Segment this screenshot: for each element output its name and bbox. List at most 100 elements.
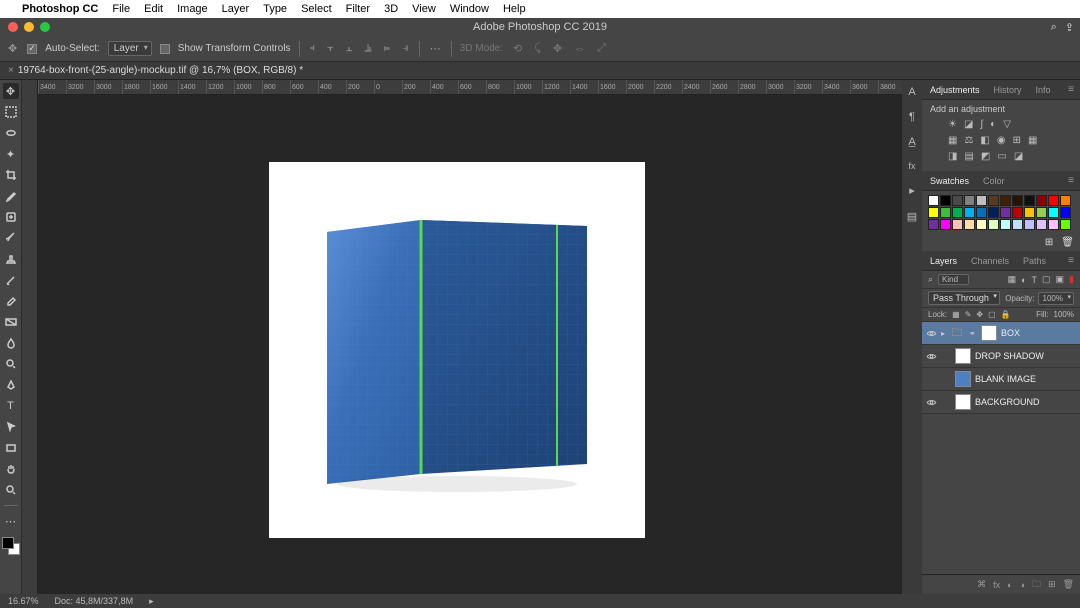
share-icon[interactable]: ⇪ <box>1065 21 1074 34</box>
ruler-horizontal[interactable]: 3400320030001800160014001200100080060040… <box>38 80 902 95</box>
swatch[interactable] <box>988 207 999 218</box>
swatch[interactable] <box>1012 219 1023 230</box>
filter-toggle-icon[interactable]: ▮ <box>1069 274 1074 285</box>
window-close-button[interactable] <box>8 22 18 32</box>
lock-artboard-icon[interactable]: ▢ <box>988 310 996 319</box>
vibrance-icon[interactable]: ▽ <box>1003 119 1011 130</box>
curves-icon[interactable]: ∫ <box>980 119 983 130</box>
menu-3d[interactable]: 3D <box>384 3 398 15</box>
filter-type-icon[interactable]: T <box>1032 275 1038 285</box>
layer-row[interactable]: DROP SHADOW <box>922 345 1080 368</box>
panel-icon[interactable]: ▤ <box>907 210 917 223</box>
swatch[interactable] <box>964 195 975 206</box>
new-layer-icon[interactable]: ⊞ <box>1048 579 1056 590</box>
foreground-color[interactable] <box>2 537 14 549</box>
hand-tool[interactable] <box>3 461 19 477</box>
lock-paint-icon[interactable]: ✎ <box>965 310 972 319</box>
align-center-h-icon[interactable]: ⫟ <box>325 42 336 55</box>
window-minimize-button[interactable] <box>24 22 34 32</box>
type-tool[interactable]: T <box>3 398 19 414</box>
swatch[interactable] <box>1036 207 1047 218</box>
menu-type[interactable]: Type <box>263 3 287 15</box>
swatch[interactable] <box>952 195 963 206</box>
align-right-icon[interactable]: ⫠ <box>344 42 355 55</box>
menu-help[interactable]: Help <box>503 3 526 15</box>
layer-thumb[interactable] <box>955 348 971 364</box>
tab-color[interactable]: Color <box>981 173 1007 189</box>
posterize-icon[interactable]: ▤ <box>964 151 973 162</box>
swatch[interactable] <box>940 219 951 230</box>
lock-transparency-icon[interactable]: ▦ <box>952 310 960 319</box>
swatch[interactable] <box>940 207 951 218</box>
swatch[interactable] <box>1024 207 1035 218</box>
new-swatch-icon[interactable]: ⊞ <box>1045 237 1053 248</box>
eyedropper-tool[interactable] <box>3 188 19 204</box>
invert-icon[interactable]: ◨ <box>948 151 957 162</box>
swatch[interactable] <box>1000 195 1011 206</box>
panel-menu-icon[interactable]: ≡ <box>1068 84 1074 95</box>
show-transform-checkbox[interactable] <box>160 44 170 54</box>
edit-toolbar-icon[interactable]: ⋯ <box>3 513 19 529</box>
group-disclosure-icon[interactable]: ▸ <box>941 329 945 338</box>
blur-tool[interactable] <box>3 335 19 351</box>
glyphs-panel-icon[interactable]: A̲ <box>908 136 915 148</box>
distribute-icon[interactable]: ⋯ <box>428 42 443 55</box>
blend-mode-select[interactable]: Pass Through <box>928 291 1000 305</box>
photo-filter-icon[interactable]: ◉ <box>997 135 1006 146</box>
brush-tool[interactable] <box>3 230 19 246</box>
menu-edit[interactable]: Edit <box>144 3 163 15</box>
color-lookup-icon[interactable]: ▦ <box>1028 135 1037 146</box>
levels-icon[interactable]: ◪ <box>964 119 973 130</box>
exposure-icon[interactable]: ◐ <box>990 119 996 130</box>
tab-layers[interactable]: Layers <box>928 253 959 269</box>
layer-thumb[interactable] <box>955 371 971 387</box>
layer-visibility-toggle[interactable] <box>926 374 937 385</box>
doc-size[interactable]: Doc: 45,8M/337,8M <box>55 596 134 606</box>
lasso-tool[interactable] <box>3 125 19 141</box>
layer-row[interactable]: ▸🗀⚭BOX <box>922 322 1080 345</box>
swatch[interactable] <box>964 207 975 218</box>
marquee-tool[interactable] <box>3 104 19 120</box>
swatch[interactable] <box>1036 195 1047 206</box>
swatch[interactable] <box>1012 207 1023 218</box>
menu-image[interactable]: Image <box>177 3 208 15</box>
lock-all-icon[interactable]: 🔒 <box>1001 310 1011 319</box>
selective-color-icon[interactable]: ◪ <box>1014 151 1023 162</box>
layer-thumb[interactable] <box>955 394 971 410</box>
paragraph-panel-icon[interactable]: ¶ <box>909 111 915 123</box>
tab-adjustments[interactable]: Adjustments <box>928 82 982 98</box>
tab-history[interactable]: History <box>992 82 1024 98</box>
dodge-tool[interactable] <box>3 356 19 372</box>
crop-tool[interactable] <box>3 167 19 183</box>
layer-visibility-toggle[interactable] <box>926 328 937 339</box>
ruler-vertical[interactable] <box>22 80 38 594</box>
delete-layer-icon[interactable]: 🗑 <box>1063 579 1074 590</box>
swatch[interactable] <box>976 207 987 218</box>
swatch[interactable] <box>1000 219 1011 230</box>
align-center-v-icon[interactable]: ⫢ <box>382 42 392 55</box>
canvas-area[interactable]: 3400320030001800160014001200100080060040… <box>22 80 902 594</box>
swatch[interactable] <box>964 219 975 230</box>
layer-row[interactable]: BACKGROUND <box>922 391 1080 414</box>
swatch[interactable] <box>1036 219 1047 230</box>
healing-brush-tool[interactable] <box>3 209 19 225</box>
panel-menu-icon[interactable]: ≡ <box>1068 175 1074 186</box>
channel-mixer-icon[interactable]: ⊞ <box>1013 135 1021 146</box>
magic-wand-tool[interactable]: ✦ <box>3 146 19 162</box>
layer-visibility-toggle[interactable] <box>926 351 937 362</box>
layer-name[interactable]: BACKGROUND <box>975 397 1040 407</box>
swatch[interactable] <box>928 207 939 218</box>
swatch[interactable] <box>1000 207 1011 218</box>
zoom-level[interactable]: 16.67% <box>8 596 39 606</box>
swatch[interactable] <box>940 195 951 206</box>
menu-file[interactable]: File <box>112 3 130 15</box>
close-tab-icon[interactable]: × <box>8 65 14 76</box>
swatch[interactable] <box>1012 195 1023 206</box>
auto-select-checkbox[interactable] <box>27 44 37 54</box>
swatch[interactable] <box>1024 195 1035 206</box>
filter-adjust-icon[interactable]: ◐ <box>1021 275 1026 285</box>
artboard[interactable] <box>269 162 645 538</box>
filter-kind-select[interactable]: Kind <box>938 274 969 285</box>
link-layers-icon[interactable]: ⌘ <box>977 579 986 590</box>
swatch[interactable] <box>976 219 987 230</box>
